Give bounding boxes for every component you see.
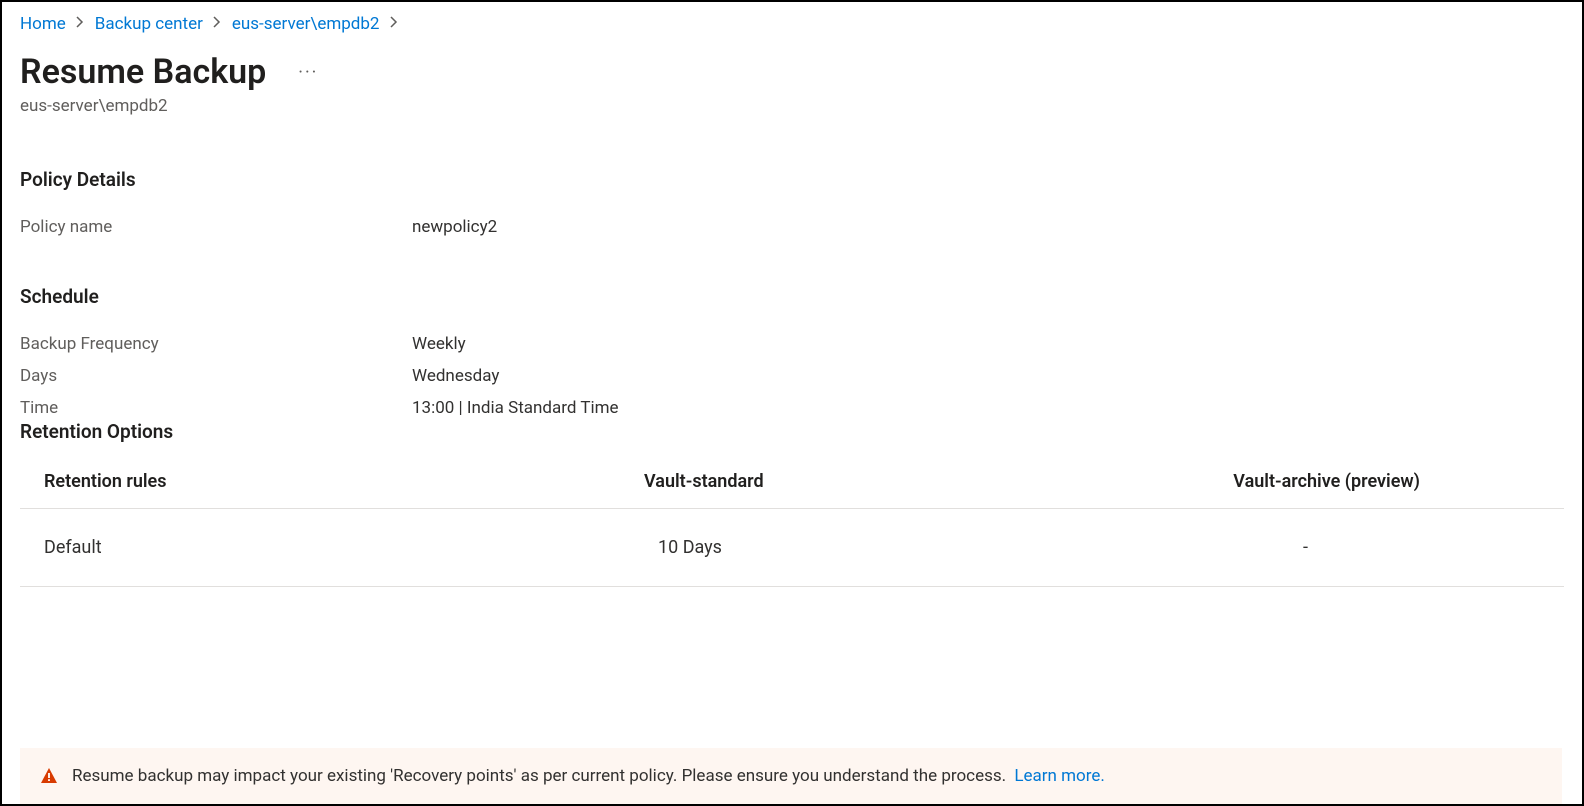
breadcrumb: Home Backup center eus-server\empdb2 — [20, 14, 1564, 34]
backup-frequency-value: Weekly — [412, 334, 466, 354]
page-subtitle: eus-server\empdb2 — [20, 96, 1564, 116]
chevron-right-icon — [390, 16, 399, 32]
more-actions-button[interactable]: ··· — [294, 58, 322, 87]
policy-details-heading: Policy Details — [20, 168, 1564, 191]
chevron-right-icon — [76, 16, 85, 32]
retention-options-heading: Retention Options — [20, 420, 1564, 443]
retention-rule-standard: 10 Days — [644, 537, 1224, 558]
breadcrumb-home[interactable]: Home — [20, 14, 66, 34]
retention-rule-archive: - — [1224, 537, 1540, 558]
retention-table: Retention rules Vault-standard Vault-arc… — [20, 471, 1564, 587]
days-label: Days — [20, 366, 412, 386]
backup-frequency-row: Backup Frequency Weekly — [20, 334, 1564, 354]
days-row: Days Wednesday — [20, 366, 1564, 386]
days-value: Wednesday — [412, 366, 499, 386]
breadcrumb-backup-center[interactable]: Backup center — [95, 14, 203, 34]
time-row: Time 13:00 | India Standard Time — [20, 398, 1564, 418]
warning-bar: Resume backup may impact your existing '… — [20, 748, 1562, 804]
time-value: 13:00 | India Standard Time — [412, 398, 619, 418]
chevron-right-icon — [213, 16, 222, 32]
backup-frequency-label: Backup Frequency — [20, 334, 412, 354]
schedule-heading: Schedule — [20, 285, 1564, 308]
policy-name-label: Policy name — [20, 217, 412, 237]
retention-table-header: Retention rules Vault-standard Vault-arc… — [20, 471, 1564, 509]
col-retention-rules: Retention rules — [44, 471, 644, 492]
page-title: Resume Backup — [20, 52, 266, 92]
learn-more-link[interactable]: Learn more. — [1014, 766, 1105, 786]
col-vault-archive: Vault-archive (preview) — [1224, 471, 1540, 492]
time-label: Time — [20, 398, 412, 418]
retention-rule-name: Default — [44, 537, 644, 558]
breadcrumb-resource[interactable]: eus-server\empdb2 — [232, 14, 380, 34]
col-vault-standard: Vault-standard — [644, 471, 1224, 492]
table-row: Default 10 Days - — [20, 509, 1564, 587]
title-row: Resume Backup ··· — [20, 52, 1564, 92]
policy-name-row: Policy name newpolicy2 — [20, 217, 1564, 237]
warning-text: Resume backup may impact your existing '… — [72, 766, 1105, 786]
warning-icon — [40, 767, 58, 785]
policy-name-value: newpolicy2 — [412, 217, 497, 237]
